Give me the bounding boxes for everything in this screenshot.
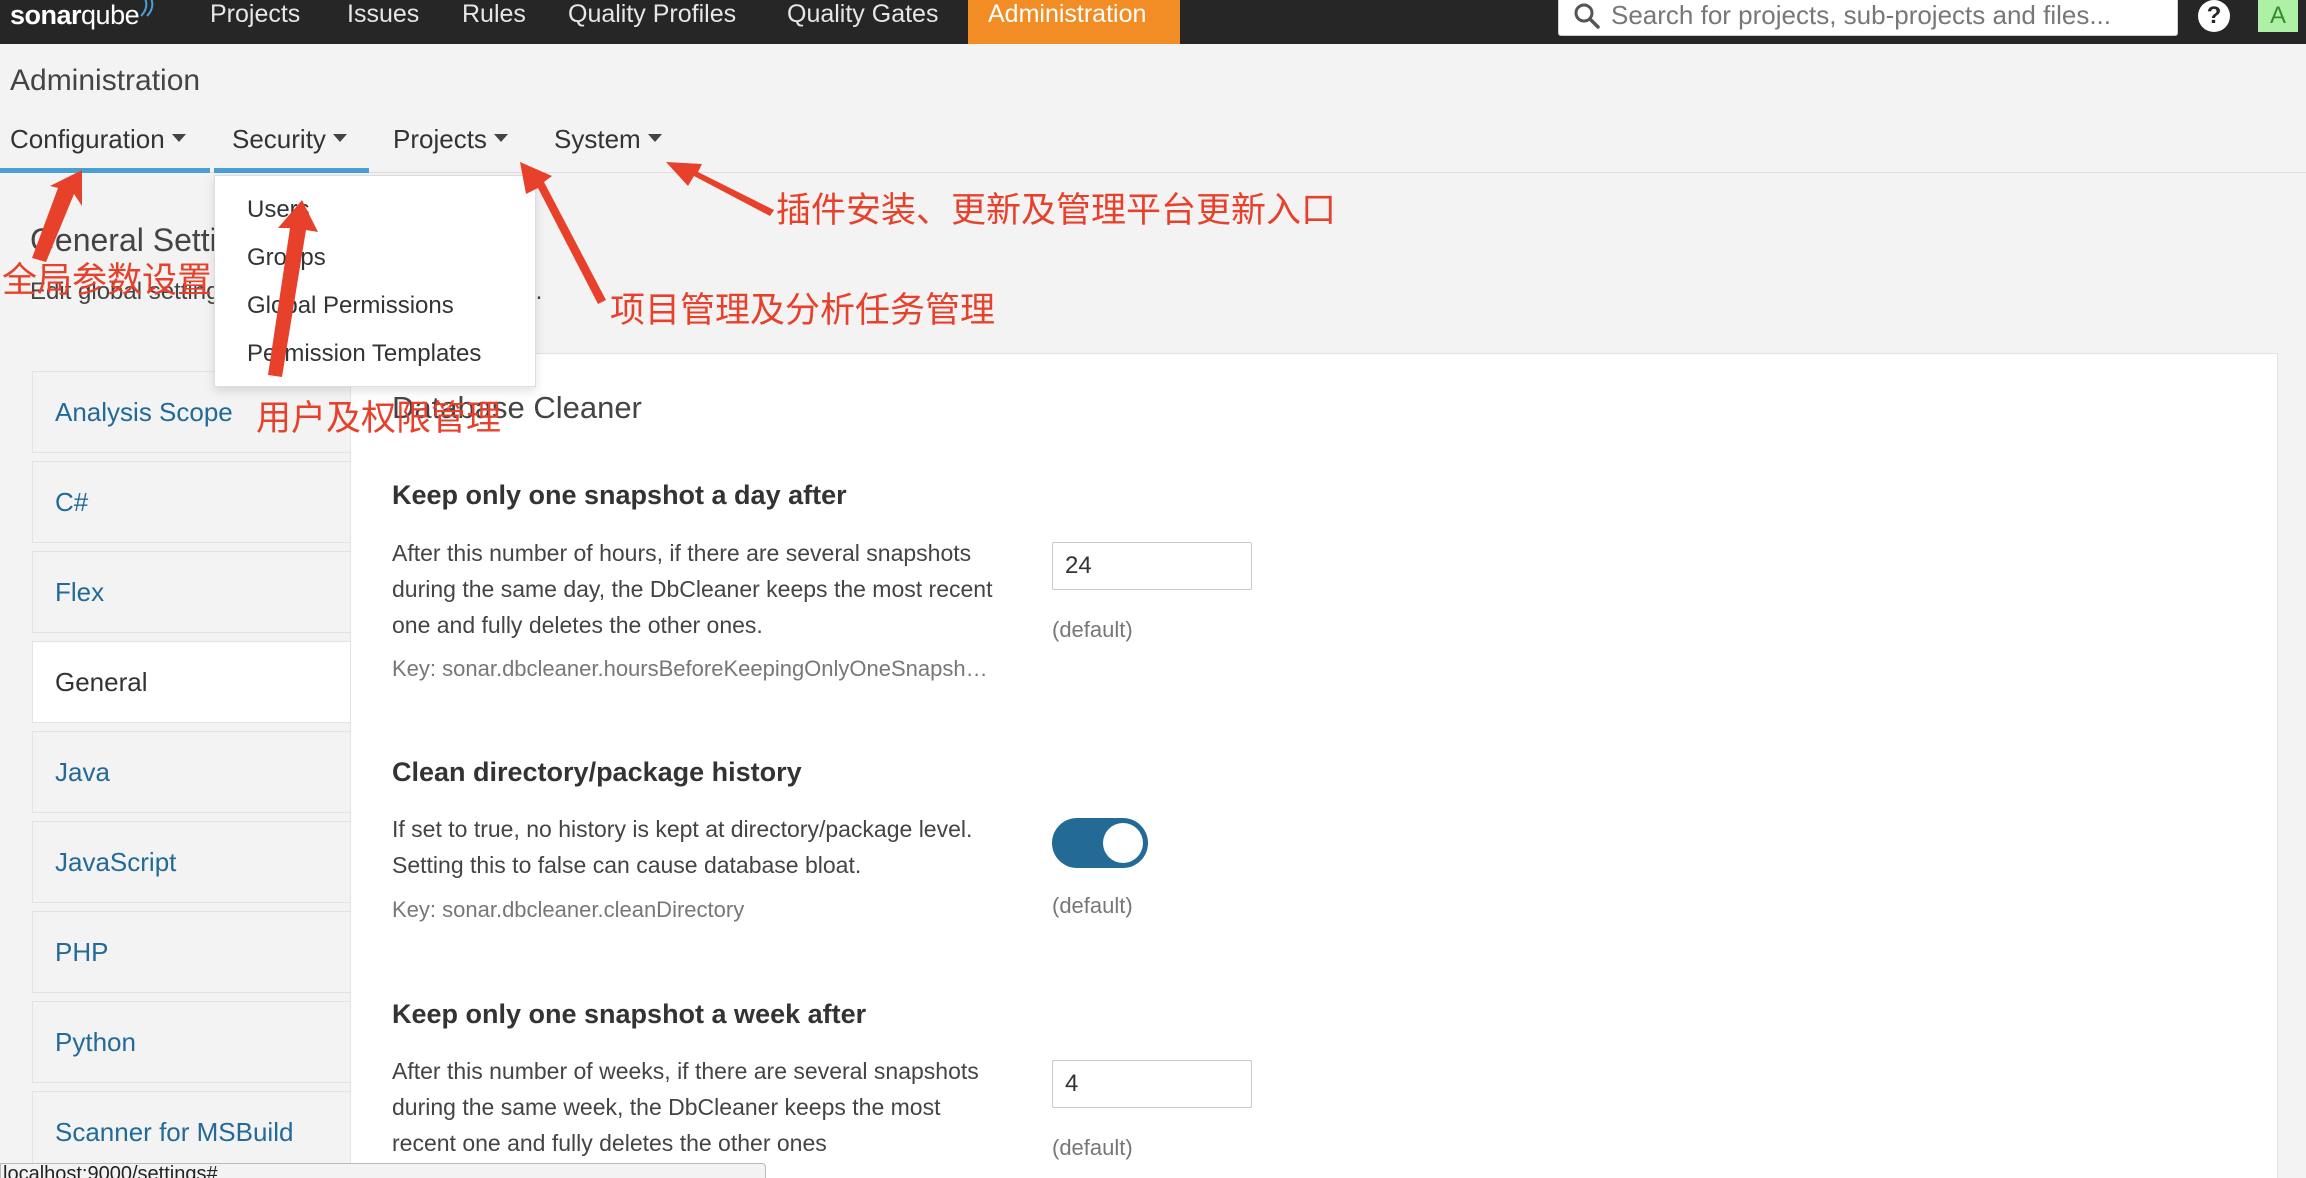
sidebar-item-php[interactable]: PHP: [32, 911, 352, 993]
setting-default-label: (default): [1052, 1135, 1133, 1160]
logo-waves-icon: [140, 0, 154, 17]
nav-quality-profiles[interactable]: Quality Profiles: [568, 0, 736, 44]
status-bar-url: localhost:9000/settings#: [0, 1163, 766, 1178]
sidebar-item-scanner-msbuild[interactable]: Scanner for MSBuild: [32, 1091, 352, 1173]
sidebar-item-python[interactable]: Python: [32, 1001, 352, 1083]
menu-item-global-permissions[interactable]: Global Permissions: [247, 292, 454, 320]
tab-configuration-label: Configuration: [10, 124, 165, 154]
setting-description: After this number of hours, if there are…: [392, 540, 993, 638]
nav-projects[interactable]: Projects: [210, 0, 300, 44]
search-icon: [1574, 3, 1600, 29]
annotation-system: 插件安装、更新及管理平台更新入口: [776, 191, 1337, 231]
tab-security-underline: [214, 168, 369, 173]
tab-configuration[interactable]: Configuration: [10, 124, 186, 155]
top-navbar: sonarqube Projects Issues Rules Quality …: [0, 0, 2306, 44]
hours-snapshot-input[interactable]: [1052, 542, 1252, 590]
nav-issues[interactable]: Issues: [347, 0, 419, 44]
setting-name: Keep only one snapshot a week after: [392, 999, 867, 1029]
tab-security[interactable]: Security: [232, 124, 347, 155]
logo-suffix-text: qube: [81, 0, 140, 30]
tab-system[interactable]: System: [554, 124, 662, 155]
search-box[interactable]: [1558, 0, 2178, 36]
setting-name: Keep only one snapshot a day after: [392, 480, 847, 510]
chevron-down-icon: [493, 134, 508, 143]
chevron-down-icon: [647, 134, 662, 143]
annotation-users-permissions: 用户及权限管理: [256, 399, 502, 439]
sidebar-item-javascript[interactable]: JavaScript: [32, 821, 352, 903]
tab-security-label: Security: [232, 124, 326, 154]
sidebar-item-flex[interactable]: Flex: [32, 551, 352, 633]
sonarqube-logo[interactable]: sonarqube: [10, 0, 154, 30]
menu-item-permission-templates[interactable]: Permission Templates: [247, 340, 481, 368]
chevron-down-icon: [332, 134, 347, 143]
sidebar-item-java[interactable]: Java: [32, 731, 352, 813]
setting-default-label: (default): [1052, 893, 1133, 918]
tab-projects[interactable]: Projects: [393, 124, 508, 155]
tab-system-label: System: [554, 124, 641, 154]
arrow-system: [666, 162, 774, 216]
annotation-global-settings: 全局参数设置: [2, 261, 213, 301]
search-input[interactable]: [1611, 0, 2171, 30]
user-avatar[interactable]: A: [2258, 0, 2298, 32]
nav-administration[interactable]: Administration: [968, 0, 1180, 44]
toggle-knob: [1103, 823, 1143, 863]
admin-title: Administration: [10, 64, 201, 97]
security-dropdown-menu: Users Groups Global Permissions Permissi…: [214, 175, 536, 387]
logo-main-text: sonar: [10, 0, 82, 30]
clean-directory-toggle[interactable]: [1052, 818, 1148, 868]
nav-quality-gates[interactable]: Quality Gates: [787, 0, 938, 44]
tab-projects-label: Projects: [393, 124, 487, 154]
annotation-projects: 项目管理及分析任务管理: [610, 291, 996, 331]
setting-description: If set to true, no history is kept at di…: [392, 816, 973, 878]
setting-key: Key: sonar.dbcleaner.cleanDirectory: [392, 897, 745, 922]
weeks-snapshot-input[interactable]: [1052, 1060, 1252, 1108]
nav-rules[interactable]: Rules: [462, 0, 526, 44]
chevron-down-icon: [171, 134, 186, 143]
setting-default-label: (default): [1052, 617, 1133, 642]
setting-name: Clean directory/package history: [392, 757, 802, 787]
menu-item-groups[interactable]: Groups: [247, 244, 326, 272]
sidebar-item-general[interactable]: General: [32, 641, 352, 723]
menu-item-users[interactable]: Users: [247, 196, 310, 224]
sidebar-item-csharp[interactable]: C#: [32, 461, 352, 543]
setting-key: Key: sonar.dbcleaner.hoursBeforeKeepingO…: [392, 656, 992, 681]
tab-configuration-underline: [0, 168, 210, 173]
setting-description: After this number of weeks, if there are…: [392, 1058, 979, 1156]
help-icon[interactable]: ?: [2198, 0, 2230, 32]
